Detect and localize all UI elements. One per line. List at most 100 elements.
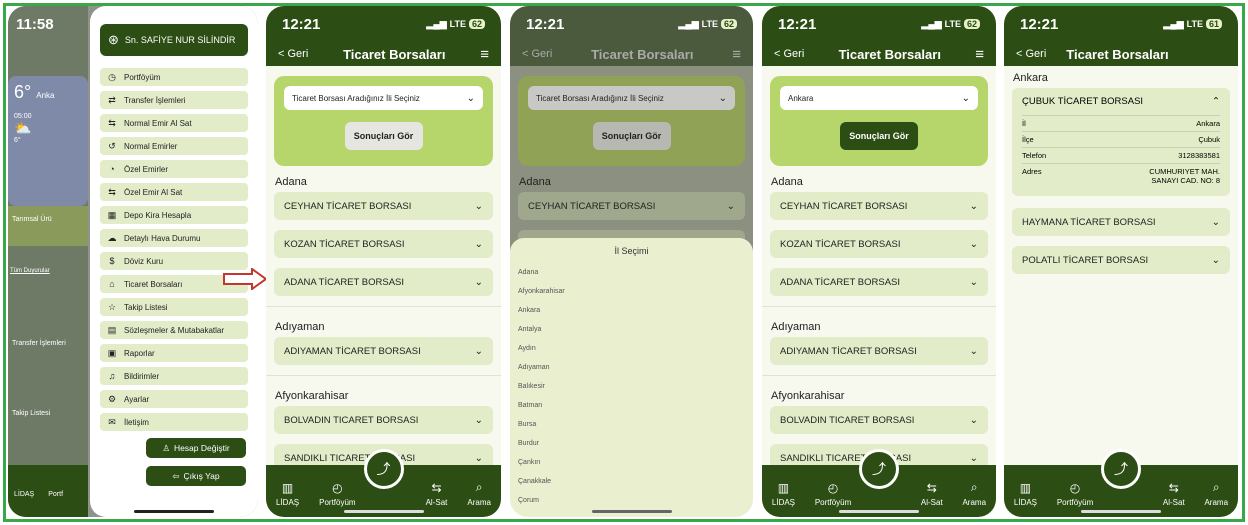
city-option[interactable]: Balıkesir [510, 378, 753, 397]
city-option[interactable]: Afyonkarahisar [510, 283, 753, 302]
menu-item[interactable]: ☆ Takip Listesi [100, 298, 248, 316]
exchange-item[interactable]: CEYHAN TİCARET BORSASI ⌄ [274, 192, 493, 220]
exchange-item[interactable]: ADIYAMAN TİCARET BORSASI ⌄ [770, 337, 988, 365]
menu-label: Özel Emirler [124, 164, 169, 174]
tab-1[interactable]: ◴ Portföyüm [815, 481, 851, 507]
user-header[interactable]: ⊛ Sn. SAFİYE NUR SİLİNDİR [100, 24, 248, 56]
cikis-button[interactable]: ⇦ Çıkış Yap [146, 466, 246, 486]
menu-item[interactable]: ◷ Portföyüm [100, 68, 248, 86]
search-icon: ⌕ [1212, 480, 1220, 494]
exchange-item[interactable]: KOZAN TİCARET BORSASI ⌄ [770, 230, 988, 258]
city-sheet[interactable]: İl Seçimi Adana Afyonkarahisar Ankara Antal… [510, 238, 753, 517]
chevron-down-icon: ⌄ [969, 276, 978, 288]
exchange-item[interactable]: CEYHAN TİCARET BORSASI ⌄ [770, 192, 988, 220]
back-button[interactable]: < Geri [278, 48, 308, 60]
city-heading: Adana [771, 176, 803, 188]
city-select[interactable]: Ankara ⌄ [780, 86, 978, 110]
tab-0[interactable]: ▥ LİDAŞ [276, 481, 299, 507]
phone-menu: 11:58 6° Anka 05:00 ⛅ 6° Tarımsal Ürü Tü… [8, 6, 258, 517]
menu-item[interactable]: ☁ Detaylı Hava Durumu [100, 229, 248, 247]
exchange-name: ADIYAMAN TİCARET BORSASI [780, 345, 917, 357]
city-option[interactable]: Antalya [510, 321, 753, 340]
chart-icon: ▥ [281, 481, 294, 495]
chevron-down-icon: ⌄ [969, 452, 978, 464]
back-button[interactable]: < Geri [774, 48, 804, 60]
hesap-degistir-button[interactable]: ♙ Hesap Değiştir [146, 438, 246, 458]
tab-3[interactable]: ⌕ Arama [467, 480, 491, 507]
menu-item[interactable]: ⇄ Transfer İşlemleri [100, 91, 248, 109]
menu-label: Özel Emir Al Sat [124, 187, 183, 197]
chevron-down-icon: ⌄ [969, 345, 978, 357]
exchange-item[interactable]: KOZAN TİCARET BORSASI ⌄ [274, 230, 493, 258]
swap-icon: ⇆ [108, 117, 116, 128]
city-heading: Ankara [1013, 72, 1048, 84]
exchange-name: ADANA TİCARET BORSASI [780, 276, 901, 288]
exchange-item[interactable]: ADANA TİCARET BORSASI ⌄ [274, 268, 493, 296]
tab-2[interactable]: ⇆ Al-Sat [921, 481, 943, 507]
portfolio-icon: ◴ [827, 481, 839, 495]
exchange-name: KOZAN TİCARET BORSASI [780, 238, 901, 250]
tab-2[interactable]: ⇆ Al-Sat [1163, 481, 1185, 507]
city-select[interactable]: Ticaret Borsası Aradığınız İli Seçiniz ⌄ [284, 86, 483, 110]
city-option[interactable]: Batman [510, 397, 753, 416]
clock-icon: ◷ [108, 71, 116, 82]
city-option[interactable]: Adıyaman [510, 359, 753, 378]
center-fab-button[interactable]: ⤴ [859, 449, 899, 489]
star-icon: ☆ [107, 301, 117, 312]
tab-3[interactable]: ⌕ Arama [1204, 480, 1228, 507]
center-fab-button[interactable]: ⤴ [363, 449, 404, 489]
menu-item[interactable]: ♫ Bildirimler [100, 367, 248, 385]
star-timer-icon: ◔ [109, 164, 115, 174]
exchange-name: CEYHAN TİCARET BORSASI [780, 200, 908, 212]
bell-icon: ♫ [108, 371, 116, 381]
exchange-item[interactable]: BOLVADIN TICARET BORSASI ⌄ [274, 406, 493, 434]
back-button[interactable]: < Geri [1016, 48, 1046, 60]
city-option[interactable]: Ankara [510, 302, 753, 321]
menu-label: Bildirimler [124, 371, 160, 381]
arrow-icon [223, 268, 268, 290]
tab-0[interactable]: ▥ LİDAŞ [772, 481, 795, 507]
hamburger-icon[interactable]: ≡ [975, 46, 984, 63]
tab-1[interactable]: ◴ Portföyüm [319, 481, 355, 507]
menu-item[interactable]: ✉ İletişim [100, 413, 248, 431]
tab-bar: ⤴ ▥ LİDAŞ ◴ Portföyüm ⇆ Al-Sat ⌕ Arama [266, 449, 501, 517]
menu-item[interactable]: ◔ Özel Emirler [100, 160, 248, 178]
city-heading: Adıyaman [275, 321, 325, 333]
menu-item[interactable]: ⇆ Özel Emir Al Sat [100, 183, 248, 201]
menu-label: Ticaret Borsaları [124, 279, 183, 289]
menu-label: Raporlar [124, 348, 155, 358]
city-option[interactable]: Bursa [510, 416, 753, 435]
exchange-item[interactable]: ADANA TİCARET BORSASI ⌄ [770, 268, 988, 296]
city-option[interactable]: Burdur [510, 435, 753, 454]
tab-3[interactable]: ⌕ Arama [962, 480, 986, 507]
exchange-item[interactable]: ADIYAMAN TİCARET BORSASI ⌄ [274, 337, 493, 365]
exchange-detail[interactable]: ÇUBUK TİCARET BORSASI ⌃ İl Ankara İlçe Çubuk… [1012, 88, 1230, 196]
city-option[interactable]: Çorum [510, 492, 753, 511]
results-button[interactable]: Sonuçları Gör [344, 122, 423, 150]
menu-item[interactable]: ↺ Normal Emirler [100, 137, 248, 155]
city-option[interactable]: Aydın [510, 340, 753, 359]
menu-item[interactable]: ⚙ Ayarlar [100, 390, 248, 408]
chevron-down-icon: ⌄ [969, 414, 978, 426]
menu-label: Ayarlar [124, 394, 150, 404]
city-option[interactable]: Çankırı [510, 454, 753, 473]
swap-icon: ⇆ [431, 481, 442, 495]
tab-1[interactable]: ◴ Portföyüm [1057, 481, 1093, 507]
exchange-item[interactable]: BOLVADIN TICARET BORSASI ⌄ [770, 406, 988, 434]
chevron-down-icon: ⌄ [474, 452, 483, 464]
menu-item[interactable]: ▣ Raporlar [100, 344, 248, 362]
center-fab-button[interactable]: ⤴ [1101, 449, 1141, 489]
menu-item[interactable]: ▦ Depo Kira Hesapla [100, 206, 248, 224]
calculator-icon: ▦ [107, 209, 117, 220]
sheet-title: İl Seçimi [614, 246, 649, 256]
menu-label: Detaylı Hava Durumu [124, 233, 201, 243]
swap-icon: ⇆ [926, 481, 937, 495]
city-option[interactable]: Çanakkale [510, 473, 753, 492]
tab-0[interactable]: ▥ LİDAŞ [1014, 481, 1037, 507]
results-button[interactable]: Sonuçları Gör [840, 122, 918, 150]
menu-item[interactable]: ⇆ Normal Emir Al Sat [100, 114, 248, 132]
tab-2[interactable]: ⇆ Al-Sat [426, 481, 448, 507]
hamburger-icon[interactable]: ≡ [480, 46, 489, 63]
menu-item[interactable]: ▤ Sözleşmeler & Mutabakatlar [100, 321, 248, 339]
city-option[interactable]: Adana [510, 264, 753, 283]
